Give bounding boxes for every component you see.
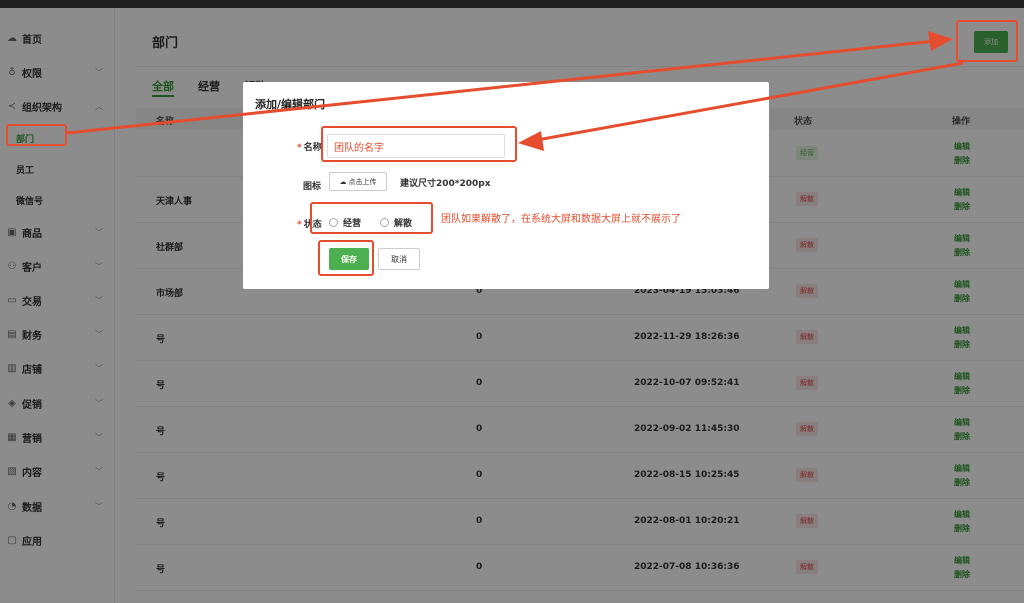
name-label: * 名称 <box>297 143 322 153</box>
required-mark: * <box>297 220 302 230</box>
dialog-title: 添加/编辑部门 <box>255 98 326 111</box>
highlight-name-input <box>321 126 517 162</box>
highlight-save-button <box>318 240 374 276</box>
highlight-department-menu <box>6 124 67 146</box>
upload-button[interactable]: ☁ 点击上传 <box>329 172 387 191</box>
size-hint: 建议尺寸200*200px <box>400 179 491 189</box>
annotation-text: 团队如果解散了，在系统大屏和数据大屏上就不展示了 <box>441 214 681 225</box>
cancel-button[interactable]: 取消 <box>378 248 420 270</box>
top-bar <box>0 0 1024 8</box>
highlight-add-button <box>956 20 1018 62</box>
cloud-upload-icon: ☁ <box>339 177 347 186</box>
required-mark: * <box>297 143 302 153</box>
highlight-status-radios <box>310 202 433 234</box>
icon-label: 图标 <box>303 182 322 192</box>
